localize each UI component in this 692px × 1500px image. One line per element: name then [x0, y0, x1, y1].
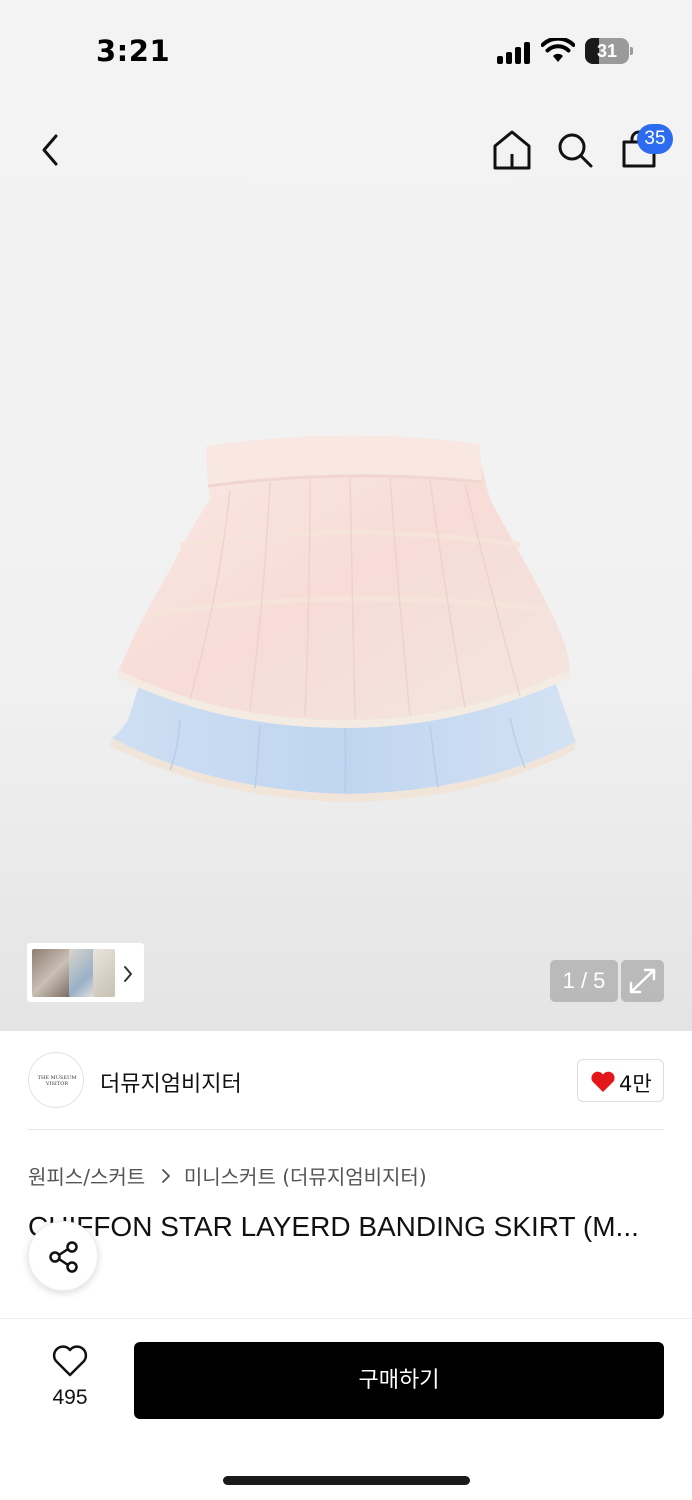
thumbnail-image[interactable]: [93, 949, 115, 997]
back-icon[interactable]: [36, 132, 64, 168]
expand-icon: [629, 968, 656, 994]
chevron-right-icon[interactable]: [120, 963, 136, 985]
chevron-right-icon: [161, 1168, 170, 1183]
heart-icon: [591, 1071, 615, 1092]
status-bar: 3:21 31: [0, 0, 692, 100]
wishlist-button[interactable]: 495: [30, 1342, 110, 1420]
product-title: CHIFFON STAR LAYERD BANDING SKIRT (M...: [28, 1211, 639, 1242]
brand-logo-text: THE MUSEUM VISITOR: [37, 1075, 77, 1087]
heart-outline-icon: [52, 1345, 88, 1377]
search-icon[interactable]: [555, 130, 595, 170]
product-image[interactable]: [100, 420, 590, 810]
breadcrumb-subcategory[interactable]: 미니스커트 (더뮤지엄비지터): [184, 1161, 427, 1190]
battery-icon: 31: [585, 38, 633, 64]
status-time: 3:21: [96, 34, 171, 68]
cart-count-badge: 35: [637, 124, 673, 154]
cellular-signal-icon: [497, 42, 533, 64]
wishlist-count: 495: [52, 1386, 88, 1409]
brand-like-button[interactable]: 4만: [577, 1059, 664, 1102]
brand-like-count: 4만: [619, 1072, 652, 1096]
share-icon: [49, 1241, 78, 1273]
brand-name[interactable]: 더뮤지엄비지터: [100, 1066, 242, 1098]
share-button[interactable]: [28, 1221, 98, 1291]
image-page-indicator: 1 / 5: [550, 960, 618, 1002]
divider: [28, 1129, 664, 1130]
battery-level: 31: [596, 41, 618, 61]
home-indicator: [223, 1476, 470, 1485]
top-navigation: [0, 100, 692, 200]
breadcrumb: 원피스/스커트 미니스커트 (더뮤지엄비지터): [28, 1161, 427, 1189]
expand-button[interactable]: [621, 960, 664, 1002]
wifi-icon: [541, 38, 575, 62]
buy-button[interactable]: 구매하기: [134, 1342, 664, 1419]
brand-logo[interactable]: THE MUSEUM VISITOR: [28, 1052, 84, 1108]
home-icon[interactable]: [491, 128, 533, 172]
breadcrumb-category[interactable]: 원피스/스커트: [28, 1161, 145, 1190]
